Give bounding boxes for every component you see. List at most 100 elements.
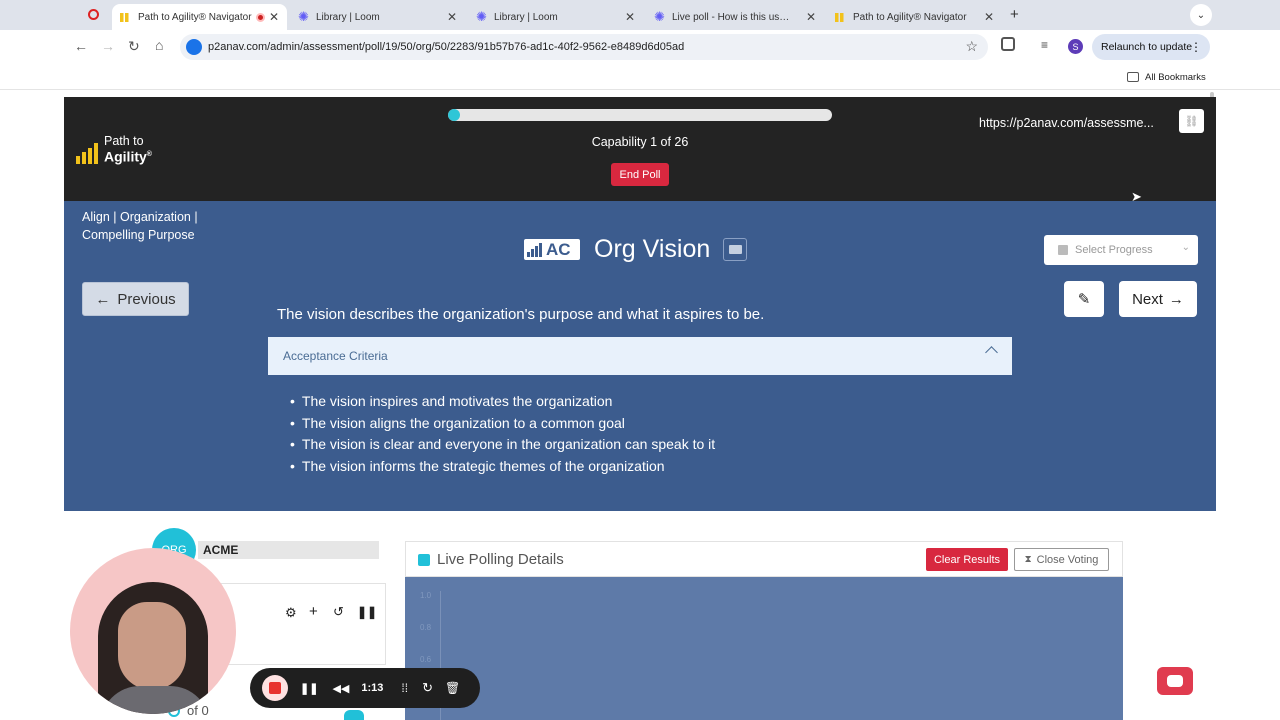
tab-search-chevron-icon[interactable]: ⌄ xyxy=(1190,4,1212,26)
pencil-icon: ✎ xyxy=(1077,291,1091,308)
criteria-item: The vision inspires and motivates the or… xyxy=(290,391,715,413)
pause-icon[interactable]: ❚❚ xyxy=(300,682,318,695)
poll-chart-area: 1.0 0.8 0.6 xyxy=(405,577,1123,720)
arrow-left-icon: ← xyxy=(95,290,111,308)
criteria-item: The vision is clear and everyone in the … xyxy=(290,434,715,456)
back-arrow-icon[interactable]: ← xyxy=(74,38,88,54)
media-controls-icon[interactable]: ≡ xyxy=(1041,38,1048,52)
presenter-face xyxy=(118,602,186,690)
progress-fill xyxy=(448,109,460,121)
close-tab-icon[interactable]: ✕ xyxy=(447,10,457,24)
y-tick-label: 0.6 xyxy=(420,655,432,664)
previous-button[interactable]: ← Previous xyxy=(82,282,189,316)
close-tab-icon[interactable]: ✕ xyxy=(269,10,279,24)
webcam-bubble[interactable] xyxy=(70,548,236,714)
app-page: Path to Agility® Capability 1 of 26 End … xyxy=(64,97,1216,720)
forward-arrow-icon[interactable]: → xyxy=(101,38,115,54)
stop-recording-button[interactable] xyxy=(262,675,288,701)
home-icon[interactable]: ⌂ xyxy=(155,37,163,53)
criteria-item: The vision aligns the organization to a … xyxy=(290,413,715,435)
loom-favicon-icon: ✺ xyxy=(476,9,487,24)
path-to-agility-favicon-icon xyxy=(120,12,132,22)
video-button[interactable] xyxy=(723,238,748,261)
org-controls-card: ⚙ + ↺ ❚❚ xyxy=(214,583,386,665)
capability-section: Align | Organization | Compelling Purpos… xyxy=(64,201,1216,511)
tab-path-to-agility-1[interactable]: Path to Agility® Navigator ✕ xyxy=(112,4,287,30)
clear-results-button[interactable]: Clear Results xyxy=(926,548,1008,571)
pause-icon[interactable]: ❚❚ xyxy=(357,605,377,619)
capability-progress-bar xyxy=(448,109,832,121)
video-camera-icon xyxy=(728,245,742,254)
acceptance-criteria-list: The vision inspires and motivates the or… xyxy=(290,391,715,478)
tab-library-loom-1[interactable]: ✺ Library | Loom ✕ xyxy=(290,4,465,30)
poll-header: Path to Agility® Capability 1 of 26 End … xyxy=(64,97,1216,201)
mouse-cursor-icon: ➤ xyxy=(1131,189,1142,204)
url-text: p2anav.com/admin/assessment/poll/19/50/o… xyxy=(208,41,685,53)
tab-recording-icon xyxy=(256,12,265,22)
badge-bars-icon xyxy=(527,242,542,257)
loom-favicon-icon: ✺ xyxy=(298,9,309,24)
capability-counter: Capability 1 of 26 xyxy=(591,135,689,149)
next-button[interactable]: Next → xyxy=(1119,281,1197,317)
trash-icon[interactable]: 🗑 xyxy=(445,681,460,695)
hourglass-icon: ⧗ xyxy=(1024,554,1032,565)
chevron-down-icon: ⌄ xyxy=(1181,242,1190,253)
criteria-item: The vision informs the strategic themes … xyxy=(290,456,715,478)
site-info-icon[interactable] xyxy=(186,39,202,55)
close-tab-icon[interactable]: ✕ xyxy=(625,10,635,24)
rewind-icon[interactable]: ◀◀ xyxy=(332,682,349,695)
breadcrumb: Align | Organization | Compelling Purpos… xyxy=(82,210,198,242)
share-url-text: https://p2anav.com/assessme... xyxy=(979,116,1154,130)
new-tab-icon[interactable]: + xyxy=(1010,6,1019,23)
progress-square-icon xyxy=(1058,245,1068,255)
profile-avatar[interactable]: S xyxy=(1068,39,1083,54)
page-title: Org Vision xyxy=(594,235,711,263)
recording-indicator-icon xyxy=(88,9,99,20)
live-polling-title: Live Polling Details xyxy=(437,551,564,568)
teal-dot-icon xyxy=(344,710,364,720)
reset-icon[interactable]: ↺ xyxy=(333,604,344,620)
y-tick-label: 1.0 xyxy=(420,591,432,600)
add-icon[interactable]: + xyxy=(309,603,318,620)
address-bar[interactable]: p2anav.com/admin/assessment/poll/19/50/o… xyxy=(180,34,988,60)
gear-icon[interactable]: ⚙ xyxy=(285,605,297,621)
live-polling-panel: Live Polling Details Clear Results ⧗ Clo… xyxy=(405,541,1123,577)
chat-face-icon xyxy=(1167,675,1183,687)
close-tab-icon[interactable]: ✕ xyxy=(806,10,816,24)
relaunch-button[interactable]: Relaunch to update ⋮ xyxy=(1092,34,1210,60)
recording-controls: ❚❚ ◀◀ 1:13 ⁞⁞ ↻ 🗑 xyxy=(250,668,480,708)
restart-icon[interactable]: ↻ xyxy=(422,680,433,696)
all-bookmarks-link[interactable]: All Bookmarks xyxy=(1145,72,1206,83)
chat-widget-button[interactable] xyxy=(1157,667,1193,695)
select-progress-dropdown[interactable]: Select Progress ⌄ xyxy=(1044,235,1198,265)
extensions-icon[interactable] xyxy=(1001,37,1015,51)
menu-dots-icon[interactable]: ⋮ xyxy=(1190,40,1202,54)
link-icon: ⛓ xyxy=(1184,115,1199,128)
end-poll-button[interactable]: End Poll xyxy=(611,163,669,186)
chart-icon xyxy=(418,554,430,566)
browser-toolbar: ← → ↻ ⌂ p2anav.com/admin/assessment/poll… xyxy=(0,30,1280,64)
close-voting-button[interactable]: ⧗ Close Voting xyxy=(1014,548,1109,571)
bookmarks-bar: All Bookmarks xyxy=(0,64,1280,90)
edit-button[interactable]: ✎ xyxy=(1064,281,1104,317)
bookmark-star-icon[interactable]: ☆ xyxy=(965,38,978,55)
y-tick-label: 0.8 xyxy=(420,623,432,632)
browser-tab-bar: Path to Agility® Navigator ✕ ✺ Library |… xyxy=(0,0,1280,30)
chevron-up-icon xyxy=(985,346,998,359)
grid-icon[interactable]: ⁞⁞ xyxy=(401,681,408,695)
arrow-right-icon: → xyxy=(1168,290,1184,308)
capability-badge: AC xyxy=(524,239,580,260)
tab-library-loom-2[interactable]: ✺ Library | Loom ✕ xyxy=(468,4,643,30)
org-name-bar: ACME xyxy=(198,541,379,559)
acceptance-criteria-toggle[interactable]: Acceptance Criteria xyxy=(268,337,1012,375)
tab-live-poll[interactable]: ✺ Live poll - How is this used li ✕ xyxy=(646,4,824,30)
capability-title-row: AC Org Vision xyxy=(524,235,748,264)
folder-icon xyxy=(1127,72,1139,82)
reload-icon[interactable]: ↻ xyxy=(128,38,140,55)
tab-path-to-agility-2[interactable]: Path to Agility® Navigator ✕ xyxy=(827,4,1002,30)
results-section: ORG ACME ⚙ + ↺ ❚❚ of 0 Live Polling Deta… xyxy=(64,511,1216,720)
close-tab-icon[interactable]: ✕ xyxy=(984,10,994,24)
copy-link-button[interactable]: ⛓ xyxy=(1179,109,1204,133)
capability-description: The vision describes the organization's … xyxy=(277,306,765,323)
path-to-agility-favicon-icon xyxy=(835,12,847,22)
